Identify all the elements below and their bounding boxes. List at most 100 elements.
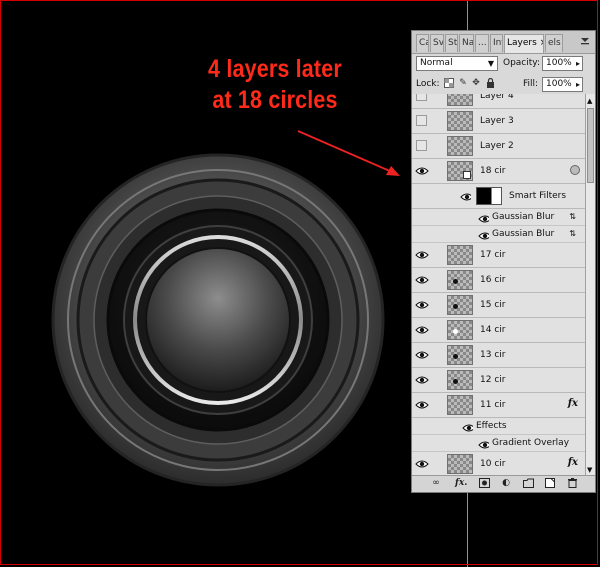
new-group-icon[interactable] xyxy=(522,478,534,489)
blend-mode-select[interactable]: Normal ▼ xyxy=(416,56,498,71)
eye-icon[interactable] xyxy=(462,421,476,435)
layer-thumbnail xyxy=(447,345,473,365)
layer-name: 15 cir xyxy=(480,300,506,310)
layer-thumbnail xyxy=(447,320,473,340)
eye-icon[interactable] xyxy=(415,373,429,387)
layer-row[interactable]: 11 cir fx xyxy=(412,393,586,418)
layer-row[interactable]: Layer 2 xyxy=(412,134,586,159)
layer-name: Layer 2 xyxy=(480,141,514,151)
layer-thumbnail xyxy=(447,370,473,390)
layer-style-icon[interactable]: fx. xyxy=(455,478,467,489)
fill-field[interactable]: 100% ▸ xyxy=(542,77,583,92)
layer-row[interactable]: 18 cir xyxy=(412,159,586,184)
layer-row[interactable]: Layer 3 xyxy=(412,109,586,134)
lock-pixels-icon[interactable]: ✎ xyxy=(458,78,468,88)
opacity-field[interactable]: 100% ▸ xyxy=(542,56,583,71)
layer-row[interactable]: 16 cir xyxy=(412,268,586,293)
layer-row[interactable]: 13 cir xyxy=(412,343,586,368)
layer-thumbnail xyxy=(447,136,473,156)
eye-icon[interactable] xyxy=(415,298,429,312)
layer-name: Gaussian Blur xyxy=(492,212,555,222)
effect-row[interactable]: Gradient Overlay xyxy=(412,435,586,452)
panel-menu-icon[interactable] xyxy=(579,36,591,48)
eye-icon[interactable] xyxy=(478,229,492,243)
layer-thumbnail xyxy=(447,245,473,265)
filter-row[interactable]: Gaussian Blur ⇅ xyxy=(412,226,586,243)
close-icon[interactable]: × xyxy=(540,38,543,48)
link-layers-icon[interactable]: ∞ xyxy=(430,478,442,489)
layer-row[interactable]: Layer 4 xyxy=(412,94,586,109)
eye-icon[interactable] xyxy=(478,438,492,452)
eye-icon[interactable] xyxy=(415,398,429,412)
eye-icon[interactable] xyxy=(415,273,429,287)
tab-st[interactable]: St xyxy=(445,34,458,52)
layer-row[interactable]: 17 cir xyxy=(412,243,586,268)
layer-list-scrollbar[interactable]: ▲ ▼ xyxy=(585,94,595,477)
layer-name: 10 cir xyxy=(480,459,506,469)
smart-object-icon xyxy=(463,171,471,179)
layer-name: 12 cir xyxy=(480,375,506,385)
scroll-up-icon[interactable]: ▲ xyxy=(587,97,592,105)
scroll-down-icon[interactable]: ▼ xyxy=(587,466,592,474)
layer-name: Gradient Overlay xyxy=(492,438,570,448)
adjustment-layer-icon[interactable]: ◐ xyxy=(500,478,512,489)
chevron-right-icon[interactable]: ▸ xyxy=(576,57,580,70)
panel-bottom-bar: ∞ fx. ◐ xyxy=(412,475,595,492)
tab-sv[interactable]: Sv xyxy=(430,34,444,52)
layer-row[interactable]: 12 cir xyxy=(412,368,586,393)
chevron-right-icon[interactable]: ▸ xyxy=(576,78,580,91)
visibility-toggle[interactable] xyxy=(416,94,427,101)
eye-icon[interactable] xyxy=(478,212,492,226)
layer-name: 17 cir xyxy=(480,250,506,260)
eye-icon[interactable] xyxy=(415,323,429,337)
eye-icon[interactable] xyxy=(415,348,429,362)
visibility-toggle[interactable] xyxy=(416,140,427,151)
scrollbar-thumb[interactable] xyxy=(587,108,594,183)
annotation-line-1: 4 layers later xyxy=(208,55,342,83)
layer-name: 16 cir xyxy=(480,275,506,285)
tab-na[interactable]: Na xyxy=(459,34,474,52)
tab-info[interactable]: Inf xyxy=(490,34,503,52)
layer-name: Layer 3 xyxy=(480,116,514,126)
lock-all-icon[interactable] xyxy=(485,77,495,88)
fx-icon[interactable]: fx xyxy=(568,398,578,409)
layer-name: 18 cir xyxy=(480,166,506,176)
trash-icon[interactable] xyxy=(566,478,578,489)
blend-row: Normal ▼ Opacity: 100% ▸ xyxy=(412,53,595,75)
filter-options-icon[interactable]: ⇅ xyxy=(569,229,576,238)
smart-filter-badge-icon xyxy=(570,165,580,175)
visibility-toggle[interactable] xyxy=(416,115,427,126)
fx-icon[interactable]: fx xyxy=(568,457,578,468)
filter-row[interactable]: Gaussian Blur ⇅ xyxy=(412,209,586,226)
add-mask-icon[interactable] xyxy=(478,478,490,489)
effects-row[interactable]: Effects xyxy=(412,418,586,435)
eye-icon[interactable] xyxy=(460,190,474,204)
eye-icon[interactable] xyxy=(415,164,429,178)
eye-icon[interactable] xyxy=(415,248,429,262)
layer-name: 14 cir xyxy=(480,325,506,335)
layer-row[interactable]: 10 cir fx xyxy=(412,452,586,477)
annotation-line-2: at 18 circles xyxy=(212,86,338,114)
lock-position-icon[interactable]: ✥ xyxy=(471,78,481,88)
tab-overflow[interactable]: ... xyxy=(475,34,489,52)
tab-ca[interactable]: Ca xyxy=(416,34,429,52)
tab-layers[interactable]: Layers× xyxy=(504,34,544,53)
layer-list: Layer 4 Layer 3 Layer 2 18 cir Smart Filters… xyxy=(412,94,586,477)
filter-options-icon[interactable]: ⇅ xyxy=(569,212,576,221)
layer-row[interactable]: 14 cir xyxy=(412,318,586,343)
annotation-arrow xyxy=(297,130,400,176)
layer-name: Gaussian Blur xyxy=(492,229,555,239)
thumbnail-dot xyxy=(453,304,458,309)
layer-thumbnail xyxy=(447,395,473,415)
eye-icon[interactable] xyxy=(415,457,429,471)
layer-thumbnail xyxy=(447,161,473,181)
smart-filters-row[interactable]: Smart Filters xyxy=(412,184,586,209)
layer-name: 13 cir xyxy=(480,350,506,360)
thumbnail-dot xyxy=(453,379,458,384)
layer-thumbnail xyxy=(447,454,473,474)
annotation-text: 4 layers later at 18 circles xyxy=(176,54,374,116)
lock-transparent-icon[interactable] xyxy=(444,78,454,88)
layer-row[interactable]: 15 cir xyxy=(412,293,586,318)
tab-channels[interactable]: els xyxy=(545,34,563,52)
new-layer-icon[interactable] xyxy=(544,478,556,489)
